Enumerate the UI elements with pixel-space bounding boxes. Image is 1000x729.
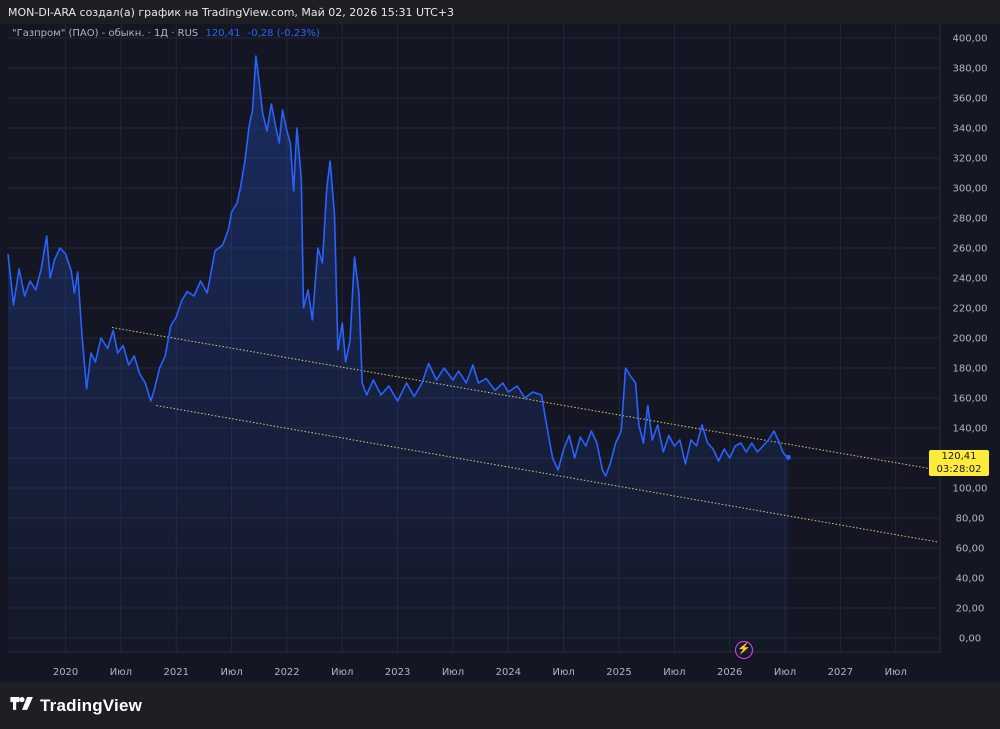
tradingview-logo-icon bbox=[10, 697, 33, 710]
y-tick-label: 0,00 bbox=[959, 634, 981, 645]
y-tick-label: 40,00 bbox=[956, 574, 985, 585]
x-tick-label: 2027 bbox=[828, 667, 853, 678]
chart-caption: MON-DI-ARA создал(а) график на TradingVi… bbox=[8, 6, 454, 19]
x-tick-label: Июл bbox=[220, 667, 242, 678]
price-change: -0,28 (-0,23%) bbox=[247, 28, 320, 39]
y-tick-label: 400,00 bbox=[953, 34, 988, 45]
y-tick-label: 220,00 bbox=[953, 304, 988, 315]
y-tick-label: 160,00 bbox=[953, 394, 988, 405]
y-tick-label: 140,00 bbox=[953, 424, 988, 435]
lightning-icon[interactable]: ⚡ bbox=[735, 641, 753, 659]
chart-area[interactable]: 400,00 380,00 360,00 340,00 320,00 300,00 280,… bbox=[0, 24, 1000, 682]
x-tick-label: Июл bbox=[442, 667, 464, 678]
x-tick-label: Июл bbox=[331, 667, 353, 678]
y-tick-label: 80,00 bbox=[956, 514, 985, 525]
symbol-label: "Газпром" (ПАО) - обыкн. · 1Д · RUS bbox=[12, 28, 199, 39]
price-tag-value: 120,41 bbox=[941, 451, 977, 462]
price-tag-countdown: 03:28:02 bbox=[936, 464, 982, 475]
y-tick-label: 300,00 bbox=[953, 184, 988, 195]
y-tick-label: 260,00 bbox=[953, 244, 988, 255]
y-tick-label: 280,00 bbox=[953, 214, 988, 225]
y-tick-label: 320,00 bbox=[953, 154, 988, 165]
x-tick-label: Июл bbox=[110, 667, 132, 678]
x-tick-label: 2020 bbox=[53, 667, 78, 678]
brand[interactable]: TradingView bbox=[10, 696, 142, 716]
x-tick-label: 2023 bbox=[385, 667, 410, 678]
price-chart[interactable]: 400,00 380,00 360,00 340,00 320,00 300,00 280,… bbox=[0, 24, 1000, 682]
top-bar: MON-DI-ARA создал(а) график на TradingVi… bbox=[0, 0, 1000, 24]
y-tick-label: 340,00 bbox=[953, 124, 988, 135]
y-tick-label: 200,00 bbox=[953, 334, 988, 345]
x-tick-label: 2024 bbox=[496, 667, 521, 678]
x-tick-label: Июл bbox=[885, 667, 907, 678]
x-tick-label: Июл bbox=[774, 667, 796, 678]
chart-legend: "Газпром" (ПАО) - обыкн. · 1Д · RUS 120,… bbox=[12, 28, 320, 39]
y-tick-label: 60,00 bbox=[956, 544, 985, 555]
current-price-tag: 120,41 03:28:02 bbox=[929, 450, 989, 476]
x-tick-label: 2021 bbox=[164, 667, 189, 678]
y-tick-label: 360,00 bbox=[953, 94, 988, 105]
x-tick-label: 2025 bbox=[606, 667, 631, 678]
y-tick-label: 20,00 bbox=[956, 604, 985, 615]
footer: TradingView bbox=[0, 682, 1000, 729]
x-tick-label: Июл bbox=[663, 667, 685, 678]
last-price-point bbox=[785, 454, 791, 460]
x-tick-label: 2026 bbox=[717, 667, 742, 678]
y-tick-label: 380,00 bbox=[953, 64, 988, 75]
y-tick-label: 100,00 bbox=[953, 484, 988, 495]
x-tick-label: 2022 bbox=[274, 667, 299, 678]
last-price: 120,41 bbox=[205, 28, 241, 39]
x-tick-label: Июл bbox=[553, 667, 575, 678]
y-tick-label: 180,00 bbox=[953, 364, 988, 375]
y-tick-label: 240,00 bbox=[953, 274, 988, 285]
brand-name: TradingView bbox=[40, 696, 143, 715]
